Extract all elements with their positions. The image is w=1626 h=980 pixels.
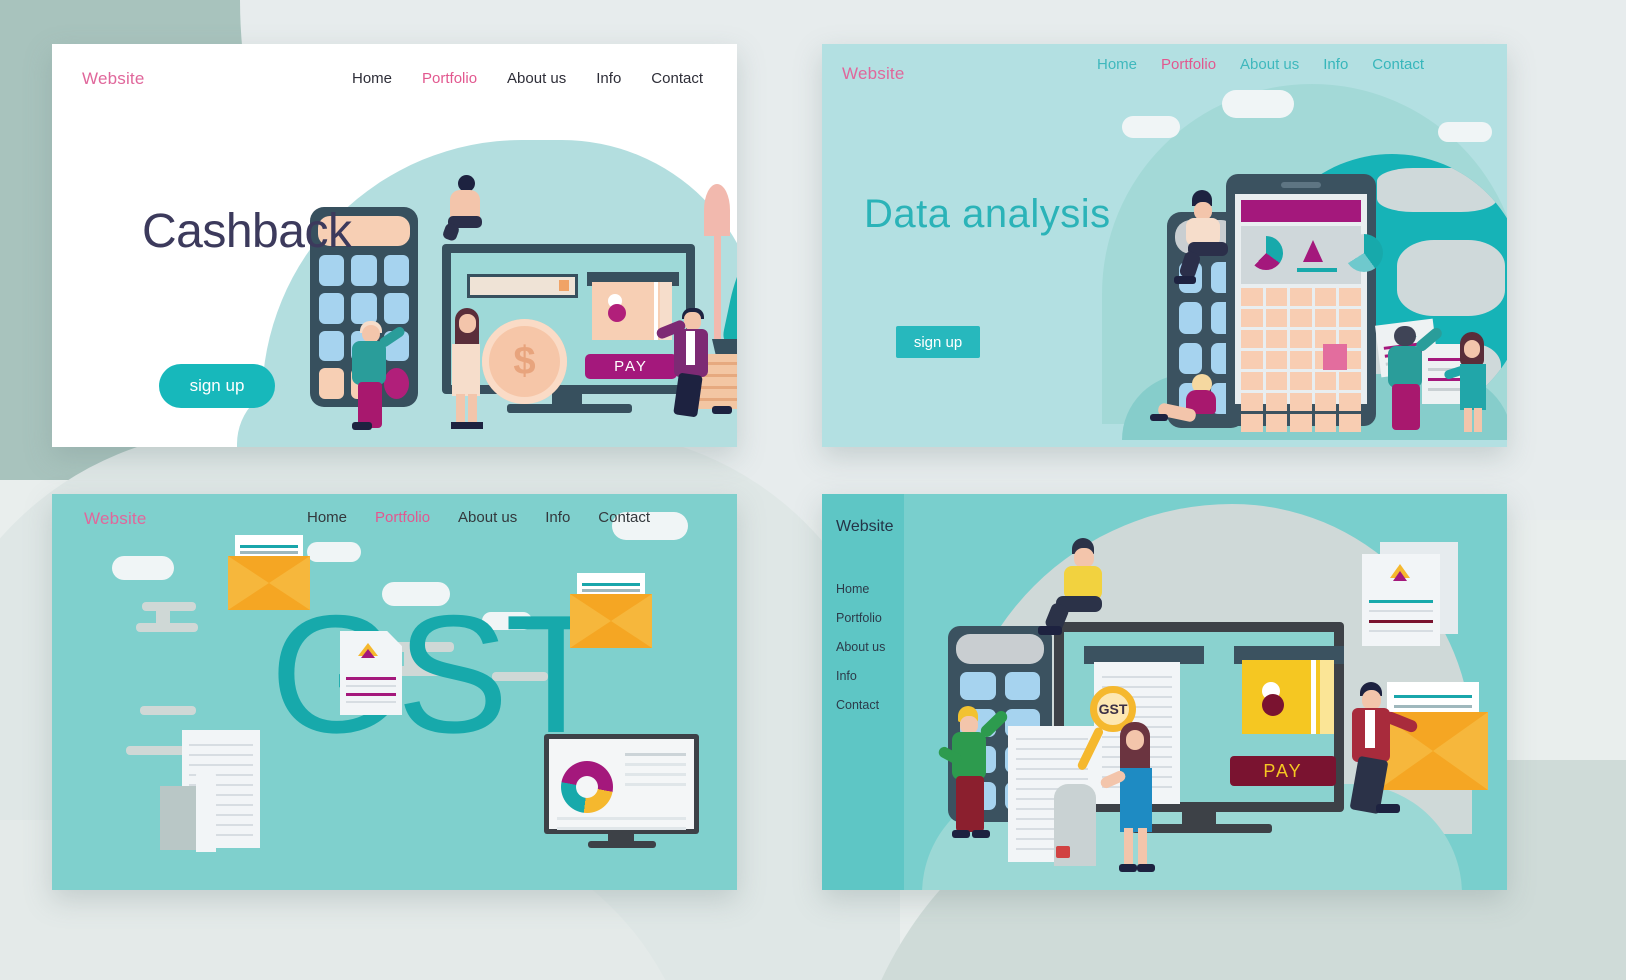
paper-roll xyxy=(196,766,216,852)
pay-button-gst-sidebar[interactable]: PAY xyxy=(1230,756,1336,786)
underline-rule xyxy=(1297,268,1337,272)
cloud-icon-4 xyxy=(112,556,174,580)
envelope-icon-2 xyxy=(570,573,652,648)
sidebar-nav: Home Portfolio About us Info Contact xyxy=(836,582,885,712)
calculator-display-4 xyxy=(956,634,1044,664)
shelf-leg-1 xyxy=(156,611,170,623)
nav-item-info-3[interactable]: Info xyxy=(545,509,570,526)
tablet-screen xyxy=(1235,194,1383,432)
sidebar-item-portfolio[interactable]: Portfolio xyxy=(836,611,885,625)
nav-item-contact-3[interactable]: Contact xyxy=(598,509,650,526)
sidebar-item-info[interactable]: Info xyxy=(836,669,885,683)
nav-item-home-3[interactable]: Home xyxy=(307,509,347,526)
sidebar-item-about-us[interactable]: About us xyxy=(836,640,885,654)
sidebar-item-home[interactable]: Home xyxy=(836,582,885,596)
monitor-icon-gst-panel xyxy=(544,734,699,834)
monitor-base-4 xyxy=(1132,824,1272,833)
brand-logo-data-analysis[interactable]: Website xyxy=(842,64,905,84)
brand-logo-sidebar[interactable]: Website xyxy=(836,518,894,536)
hero-title-cashback: Cashback xyxy=(142,205,352,258)
dashboard-grid xyxy=(1241,288,1361,432)
dollar-sign-glyph: $ xyxy=(513,339,536,383)
monitor-base xyxy=(507,404,632,413)
envelope-icon-1 xyxy=(228,535,310,610)
poster-canvas: Website Home Portfolio About us Info Con… xyxy=(0,0,1626,980)
monitor-base-gst xyxy=(588,841,656,848)
person-man-shirt xyxy=(686,331,695,365)
sidebar: Website Home Portfolio About us Info Con… xyxy=(822,494,904,890)
nav-data-analysis: Home Portfolio About us Info Contact xyxy=(1097,56,1424,73)
person-woman-leg-right xyxy=(468,394,477,424)
person-woman-shoe-right xyxy=(467,422,483,429)
cloud-icon-1 xyxy=(1122,116,1180,138)
roll-shadow xyxy=(160,786,196,850)
red-marker xyxy=(1056,846,1070,858)
nav-item-portfolio-2[interactable]: Portfolio xyxy=(1161,56,1216,73)
dollar-coin-icon: $ xyxy=(482,319,567,404)
person-man-shoe xyxy=(712,406,732,414)
cloud-icon-5 xyxy=(307,542,361,562)
panel-gst: GST Website Home Portfolio About us Info… xyxy=(52,494,737,890)
pie-chart-small-left xyxy=(1249,236,1283,270)
cloud-icon-3 xyxy=(1438,122,1492,142)
dashboard-charts-row xyxy=(1241,226,1383,284)
shelf-bar-6 xyxy=(140,706,196,715)
shelf-bar-2 xyxy=(136,623,198,632)
cloud-icon-2 xyxy=(1222,90,1294,118)
person-woman-dress xyxy=(452,344,480,396)
panel-gst-sidebar: Website Home Portfolio About us Info Con… xyxy=(822,494,1507,890)
nav-item-contact-2[interactable]: Contact xyxy=(1372,56,1424,73)
shelf-bar-1 xyxy=(142,602,196,611)
highlighted-cell xyxy=(1323,344,1347,370)
person-man-head xyxy=(684,312,701,330)
gst-wordmark: GST xyxy=(270,580,607,768)
tablet-speaker xyxy=(1281,182,1321,188)
panel-cashback: Website Home Portfolio About us Info Con… xyxy=(52,44,737,447)
nav-item-info-2[interactable]: Info xyxy=(1323,56,1348,73)
nav-item-home-2[interactable]: Home xyxy=(1097,56,1137,73)
pay-button-cashback[interactable]: PAY xyxy=(585,354,677,379)
nav-item-portfolio-3[interactable]: Portfolio xyxy=(375,509,430,526)
person-woman-leg-left xyxy=(456,394,465,424)
donut-chart xyxy=(561,761,613,813)
signup-button-data-analysis[interactable]: sign up xyxy=(896,326,980,358)
document-icon-1 xyxy=(340,631,402,715)
dashboard-header-bar xyxy=(1241,200,1361,222)
tablet-dashboard-graphic xyxy=(1226,174,1383,432)
nav-item-about-us-3[interactable]: About us xyxy=(458,509,517,526)
credit-card-graphic-4 xyxy=(1242,660,1334,734)
nav-gst: Home Portfolio About us Info Contact xyxy=(307,509,650,526)
panel-data-analysis: Website Home Portfolio About us Info Con… xyxy=(822,44,1507,447)
monitor-stand-4 xyxy=(1182,812,1216,824)
nav-item-about-us-2[interactable]: About us xyxy=(1240,56,1299,73)
person-left-torso xyxy=(352,341,386,385)
signup-button-cashback[interactable]: sign up xyxy=(159,364,275,408)
progress-bar-graphic xyxy=(467,274,578,298)
person-woman-head xyxy=(459,314,476,333)
document-icon-right-front xyxy=(1362,554,1440,646)
triangle-chart-icon xyxy=(1303,240,1323,262)
monitor-screen-gst xyxy=(549,739,694,830)
hero-title-data-analysis: Data analysis xyxy=(864,192,1111,236)
person-woman-shoe-left xyxy=(451,422,467,429)
sidebar-item-contact[interactable]: Contact xyxy=(836,698,885,712)
person-left-foot xyxy=(352,422,372,430)
pie-chart-small-right xyxy=(1345,234,1383,272)
plant-bud xyxy=(704,184,730,236)
brand-logo-gst[interactable]: Website xyxy=(84,509,147,529)
